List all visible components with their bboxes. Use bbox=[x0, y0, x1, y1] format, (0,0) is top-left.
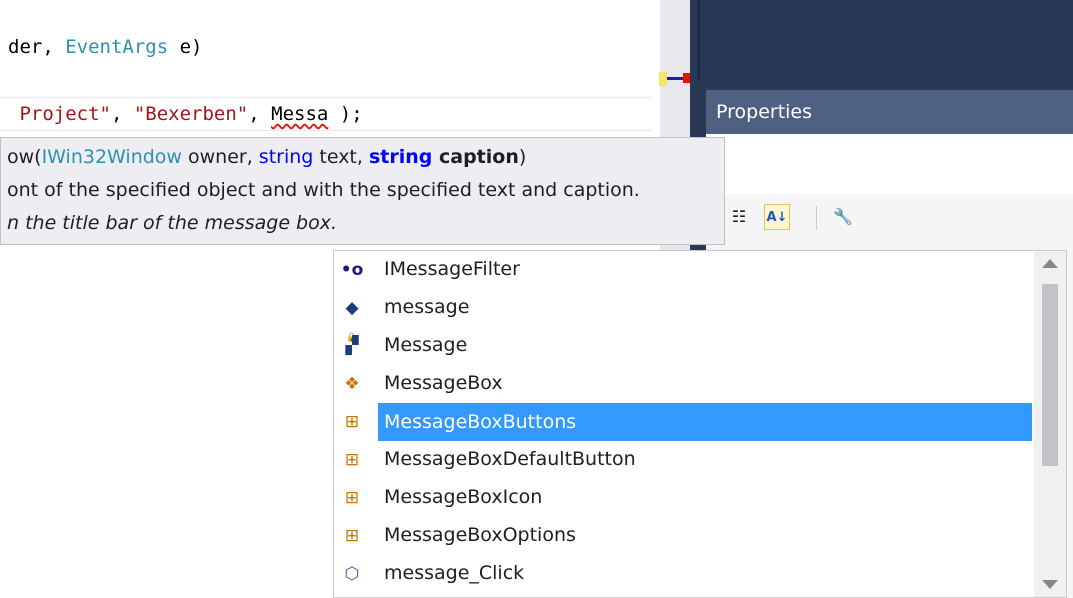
properties-toolbar: ☷ A↓ 🔧 bbox=[706, 194, 1073, 238]
completion-item-label: MessageBoxDefaultButton bbox=[384, 448, 636, 470]
completion-item[interactable]: ◆🔒 message bbox=[334, 289, 1034, 343]
error-identifier[interactable]: Messa bbox=[271, 103, 328, 125]
toolbar-separator bbox=[816, 206, 817, 230]
interface-icon: •o bbox=[340, 260, 364, 280]
code-text: , bbox=[248, 103, 272, 125]
code-text: ); bbox=[328, 103, 363, 125]
properties-object-selector[interactable] bbox=[706, 134, 1073, 195]
completion-item-label: MessageBoxButtons bbox=[378, 403, 1032, 441]
ide-panel-background bbox=[697, 0, 1073, 80]
class-icon: ❖ bbox=[344, 374, 360, 394]
completion-scrollbar[interactable] bbox=[1034, 251, 1066, 597]
enum-icon: ⊞ bbox=[344, 526, 360, 546]
scrollbar-thumb[interactable] bbox=[1042, 284, 1058, 466]
type-token: EventArgs bbox=[65, 36, 169, 58]
private-method-icon: ⬡🔒 bbox=[340, 563, 364, 585]
signature-text: text, bbox=[313, 146, 369, 168]
completion-item-label: IMessageFilter bbox=[384, 258, 520, 280]
properties-title: Properties bbox=[716, 101, 813, 123]
scroll-up-arrow-icon[interactable] bbox=[1042, 259, 1058, 268]
alphabetical-sort-icon[interactable]: A↓ bbox=[764, 204, 790, 230]
scroll-down-arrow-icon[interactable] bbox=[1042, 580, 1058, 589]
private-field-icon: ◆🔒 bbox=[340, 297, 364, 343]
signature-type: IWin32Window bbox=[41, 146, 182, 168]
parameter-info-tooltip: ow(IWin32Window owner, string text, stri… bbox=[0, 137, 725, 245]
completion-item[interactable]: ▞ Message bbox=[334, 327, 1034, 365]
signature-text: owner, bbox=[181, 146, 259, 168]
code-line-2[interactable]: Project", "Bexerben", Messa ); bbox=[8, 103, 363, 125]
completion-item[interactable]: ⬡🔒 message_Click bbox=[334, 555, 1034, 593]
string-token: "Bexerben" bbox=[133, 103, 249, 125]
completion-item[interactable]: •o IMessageFilter bbox=[334, 251, 1034, 289]
field-glyph: ◆ bbox=[345, 298, 359, 318]
code-text: e) bbox=[168, 36, 203, 58]
completion-item-label: MessageBoxOptions bbox=[384, 524, 576, 546]
enum-icon: ⊞ bbox=[344, 412, 360, 432]
completion-item-label: MessageBox bbox=[384, 372, 503, 394]
method-signature: ow(IWin32Window owner, string text, stri… bbox=[7, 146, 526, 168]
properties-header[interactable]: Properties bbox=[706, 90, 1073, 134]
struct-icon: ▞ bbox=[345, 336, 359, 356]
wrench-icon[interactable]: 🔧 bbox=[830, 204, 856, 230]
method-description: ont of the specified object and with the… bbox=[7, 179, 640, 201]
signature-keyword: string bbox=[368, 146, 433, 168]
code-text: , bbox=[110, 103, 134, 125]
intellisense-completion-list[interactable]: •o IMessageFilter ◆🔒 message ▞ Message ❖… bbox=[333, 250, 1067, 598]
categorized-icon[interactable]: ☷ bbox=[726, 204, 752, 230]
completion-item-label: Message bbox=[384, 334, 468, 356]
code-line-1[interactable]: der, EventArgs e) bbox=[8, 36, 202, 58]
parameter-description: n the title bar of the message box. bbox=[7, 212, 338, 234]
code-text: der, bbox=[8, 36, 66, 58]
completion-item-selected[interactable]: ⊞ MessageBoxButtons bbox=[334, 403, 1034, 441]
completion-item-label: message bbox=[384, 296, 470, 318]
enum-icon: ⊞ bbox=[344, 488, 360, 508]
method-glyph: ⬡ bbox=[344, 564, 360, 584]
scrollbar-caret-marker bbox=[667, 77, 683, 80]
completion-item[interactable]: ⊞ MessageBoxDefaultButton bbox=[334, 441, 1034, 479]
completion-item[interactable]: ⊞ MessageBoxOptions bbox=[334, 517, 1034, 555]
completion-item[interactable]: ⊞ MessageBoxIcon bbox=[334, 479, 1034, 517]
signature-text: ow( bbox=[7, 146, 42, 168]
string-token: Project" bbox=[8, 103, 111, 125]
enum-icon: ⊞ bbox=[344, 450, 360, 470]
signature-text: ) bbox=[518, 146, 527, 168]
current-parameter: caption bbox=[432, 146, 519, 168]
completion-item-label: message_Click bbox=[384, 562, 525, 584]
completion-item[interactable]: ❖ MessageBox bbox=[334, 365, 1034, 403]
scrollbar-change-marker bbox=[659, 72, 667, 86]
completion-item-label: MessageBoxIcon bbox=[384, 486, 543, 508]
signature-keyword: string bbox=[258, 146, 314, 168]
